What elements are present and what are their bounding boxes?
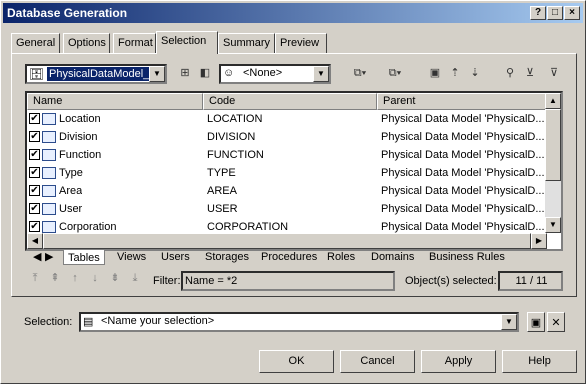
table-icon: [42, 113, 56, 125]
selection-label: Selection:: [24, 316, 73, 328]
help-title-button[interactable]: ?: [530, 6, 546, 20]
scroll-tabs-right-icon[interactable]: ▶: [45, 249, 53, 265]
toggle-view-icon[interactable]: ◧: [196, 64, 214, 82]
tab-domains[interactable]: Domains: [371, 249, 414, 265]
scroll-thumb[interactable]: [43, 233, 531, 249]
table-row[interactable]: ✔ Location LOCATION Physical Data Model …: [27, 110, 547, 128]
table-icon: [42, 221, 56, 233]
selection-combo[interactable]: ▤ <Name your selection> ▼: [79, 312, 519, 332]
title-bar: Database Generation ? □ ×: [3, 3, 583, 23]
scroll-thumb[interactable]: [545, 109, 561, 181]
horizontal-scrollbar[interactable]: ◀ ▶: [27, 233, 547, 249]
filter-field: Name = *2: [181, 271, 395, 291]
ok-button[interactable]: OK: [259, 350, 334, 373]
move-to-top-icon[interactable]: ⇡: [446, 64, 464, 82]
table-row[interactable]: ✔ Division DIVISION Physical Data Model …: [27, 128, 547, 146]
tab-general[interactable]: General: [11, 33, 60, 53]
move-page-down-icon[interactable]: ⇟: [106, 269, 124, 287]
vertical-scrollbar[interactable]: ▲ ▼: [545, 93, 561, 233]
selection-combo-value: <Name your selection>: [101, 315, 215, 327]
use-graphical-selection-icon[interactable]: ▣: [426, 64, 444, 82]
chevron-down-icon[interactable]: ▼: [501, 314, 517, 330]
tab-users[interactable]: Users: [161, 249, 190, 265]
checkbox[interactable]: ✔: [29, 167, 40, 178]
model-combo[interactable]: 🗄 PhysicalDataModel_1 ▼: [25, 64, 167, 84]
help-button[interactable]: Help: [502, 350, 577, 373]
chevron-down-icon[interactable]: ▼: [149, 66, 165, 82]
scroll-up-icon[interactable]: ▲: [545, 93, 561, 109]
tab-selection[interactable]: Selection: [156, 31, 218, 54]
objects-selected-count: 11 / 11: [498, 271, 563, 291]
move-page-up-icon[interactable]: ⇞: [46, 269, 64, 287]
table-row[interactable]: ✔ Area AREA Physical Data Model 'Physica…: [27, 182, 547, 200]
column-header-parent[interactable]: Parent: [377, 93, 547, 110]
move-up-icon[interactable]: ↑: [66, 269, 84, 287]
database-generation-dialog: Database Generation ? □ × General Option…: [0, 0, 586, 384]
move-down-icon[interactable]: ↓: [86, 269, 104, 287]
scroll-right-icon[interactable]: ▶: [531, 233, 547, 249]
tab-summary[interactable]: Summary: [218, 33, 275, 53]
objects-selected-label: Object(s) selected:: [405, 275, 497, 287]
tab-preview[interactable]: Preview: [275, 33, 327, 53]
cancel-button[interactable]: Cancel: [340, 350, 415, 373]
scroll-left-icon[interactable]: ◀: [27, 233, 43, 249]
owner-combo[interactable]: ☺ <None> ▼: [219, 64, 331, 84]
selection-icon: ▤: [83, 316, 94, 328]
delete-selection-button[interactable]: ✕: [547, 312, 565, 332]
table-icon: [42, 203, 56, 215]
checkbox[interactable]: ✔: [29, 131, 40, 142]
move-bottom-icon[interactable]: ⤓: [126, 269, 144, 287]
tab-roles[interactable]: Roles: [327, 249, 355, 265]
tab-format[interactable]: Format: [113, 33, 156, 53]
owner-combo-value: <None>: [243, 67, 283, 79]
move-to-bottom-icon[interactable]: ⇣: [466, 64, 484, 82]
scroll-down-icon[interactable]: ▼: [545, 217, 561, 233]
select-all-icon[interactable]: ⧉▾: [351, 64, 369, 82]
filter-label: Filter:: [153, 275, 181, 287]
tab-business-rules[interactable]: Business Rules: [429, 249, 505, 265]
checkbox[interactable]: ✔: [29, 203, 40, 214]
table-icon: [42, 185, 56, 197]
close-button[interactable]: ×: [564, 6, 580, 20]
save-selection-button[interactable]: ▣: [527, 312, 545, 332]
checkbox[interactable]: ✔: [29, 185, 40, 196]
table-icon: [42, 167, 56, 179]
enable-filter-icon[interactable]: ⊽: [545, 64, 563, 82]
table-row[interactable]: ✔ User USER Physical Data Model 'Physica…: [27, 200, 547, 218]
apply-button[interactable]: Apply: [421, 350, 496, 373]
object-type-tabs: ◀ ▶ Tables Views Users Storages Procedur…: [25, 249, 563, 267]
user-icon: ☺: [223, 67, 235, 79]
objects-list: Name Code Parent ✔ Location LOCATION Phy…: [25, 91, 563, 251]
tab-procedures[interactable]: Procedures: [261, 249, 317, 265]
column-header-code[interactable]: Code: [203, 93, 377, 110]
model-icon: 🗄: [29, 67, 45, 81]
maximize-button[interactable]: □: [547, 6, 563, 20]
tab-storages[interactable]: Storages: [205, 249, 249, 265]
tab-options[interactable]: Options: [63, 33, 110, 53]
model-combo-value: PhysicalDataModel_1: [47, 67, 158, 81]
checkbox[interactable]: ✔: [29, 149, 40, 160]
table-row[interactable]: ✔ Type TYPE Physical Data Model 'Physica…: [27, 164, 547, 182]
deselect-all-icon[interactable]: ⧉▾: [386, 64, 404, 82]
filter-icon[interactable]: ⊻: [521, 64, 539, 82]
move-top-icon[interactable]: ⤒: [26, 269, 44, 287]
chevron-down-icon[interactable]: ▼: [313, 66, 329, 82]
checkbox[interactable]: ✔: [29, 113, 40, 124]
table-icon: [42, 149, 56, 161]
window-title: Database Generation: [7, 6, 128, 20]
customize-columns-icon[interactable]: ⚲: [501, 64, 519, 82]
tab-tables[interactable]: Tables: [63, 249, 105, 265]
tab-views[interactable]: Views: [117, 249, 146, 265]
include-submodels-icon[interactable]: ⊞: [176, 64, 194, 82]
checkbox[interactable]: ✔: [29, 221, 40, 232]
scroll-tabs-left-icon[interactable]: ◀: [33, 249, 41, 265]
table-icon: [42, 131, 56, 143]
table-row[interactable]: ✔ Function FUNCTION Physical Data Model …: [27, 146, 547, 164]
column-header-name[interactable]: Name: [27, 93, 203, 110]
